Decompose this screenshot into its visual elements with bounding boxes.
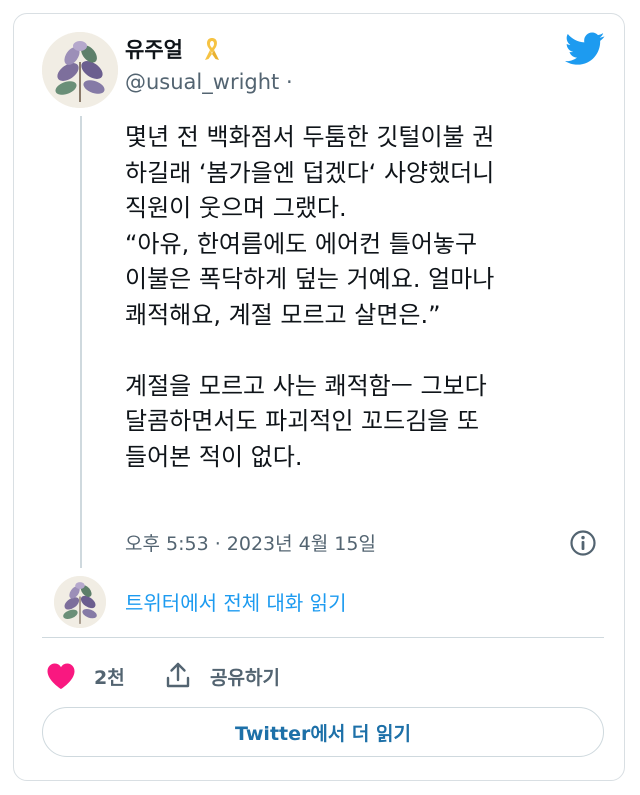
tweet-text-line: 직원이 웃으며 그랬다. bbox=[125, 194, 347, 222]
thread-connector-line bbox=[80, 116, 82, 568]
handle[interactable]: @usual_wright · bbox=[125, 70, 293, 94]
tweet-text: 몇년 전 백화점서 두툼한 깃털이불 권 하길래 ‘봄가을엔 덥겠다‘ 사양했더… bbox=[125, 120, 605, 475]
share-button-label[interactable]: 공유하기 bbox=[210, 663, 280, 690]
avatar-plant-image bbox=[42, 32, 118, 108]
tweet-text-line: 쾌적해요, 계절 모르고 살면은.” bbox=[125, 300, 441, 329]
share-icon[interactable] bbox=[165, 661, 191, 689]
tweet-text-line: 하길래 ‘봄가을엔 덥겠다‘ 사양했더니 bbox=[125, 158, 495, 187]
divider bbox=[42, 637, 604, 638]
avatar-plant-image bbox=[54, 576, 106, 628]
tweet-text-line: 들어본 적이 없다. bbox=[125, 442, 303, 471]
tweet-text-line bbox=[125, 333, 605, 369]
tweet-text-line: 계절을 모르고 사는 쾌적함ㅡ 그보다 bbox=[125, 371, 487, 400]
yellow-ribbon-icon bbox=[205, 38, 219, 60]
tweet-card: 유주얼 @usual_wright · 몇년 전 백화점서 두툼한 깃털이불 권… bbox=[13, 13, 625, 781]
read-more-on-twitter-button[interactable]: Twitter에서 더 읽기 bbox=[42, 707, 604, 757]
reply-avatar[interactable] bbox=[54, 576, 106, 628]
display-name[interactable]: 유주얼 bbox=[125, 34, 183, 64]
heart-icon[interactable] bbox=[46, 662, 76, 690]
tweet-timestamp[interactable]: 오후 5:53 · 2023년 4월 15일 bbox=[125, 529, 376, 556]
avatar[interactable] bbox=[42, 32, 118, 108]
tweet-text-line: 달콤하면서도 파괴적인 꼬드김을 또 bbox=[125, 407, 480, 435]
tweet-text-line: “아유, 한여름에도 에어컨 틀어놓구 bbox=[125, 229, 478, 258]
twitter-bird-icon[interactable] bbox=[565, 32, 605, 66]
read-more-label: Twitter에서 더 읽기 bbox=[235, 722, 411, 745]
read-full-conversation-link[interactable]: 트위터에서 전체 대화 읽기 bbox=[125, 587, 346, 616]
tweet-text-line: 이불은 폭닥하게 덮는 거예요. 얼마나 bbox=[125, 265, 495, 293]
tweet-text-line: 몇년 전 백화점서 두툼한 깃털이불 권 bbox=[125, 123, 495, 151]
like-count[interactable]: 2천 bbox=[94, 663, 125, 690]
info-icon[interactable] bbox=[569, 529, 597, 557]
